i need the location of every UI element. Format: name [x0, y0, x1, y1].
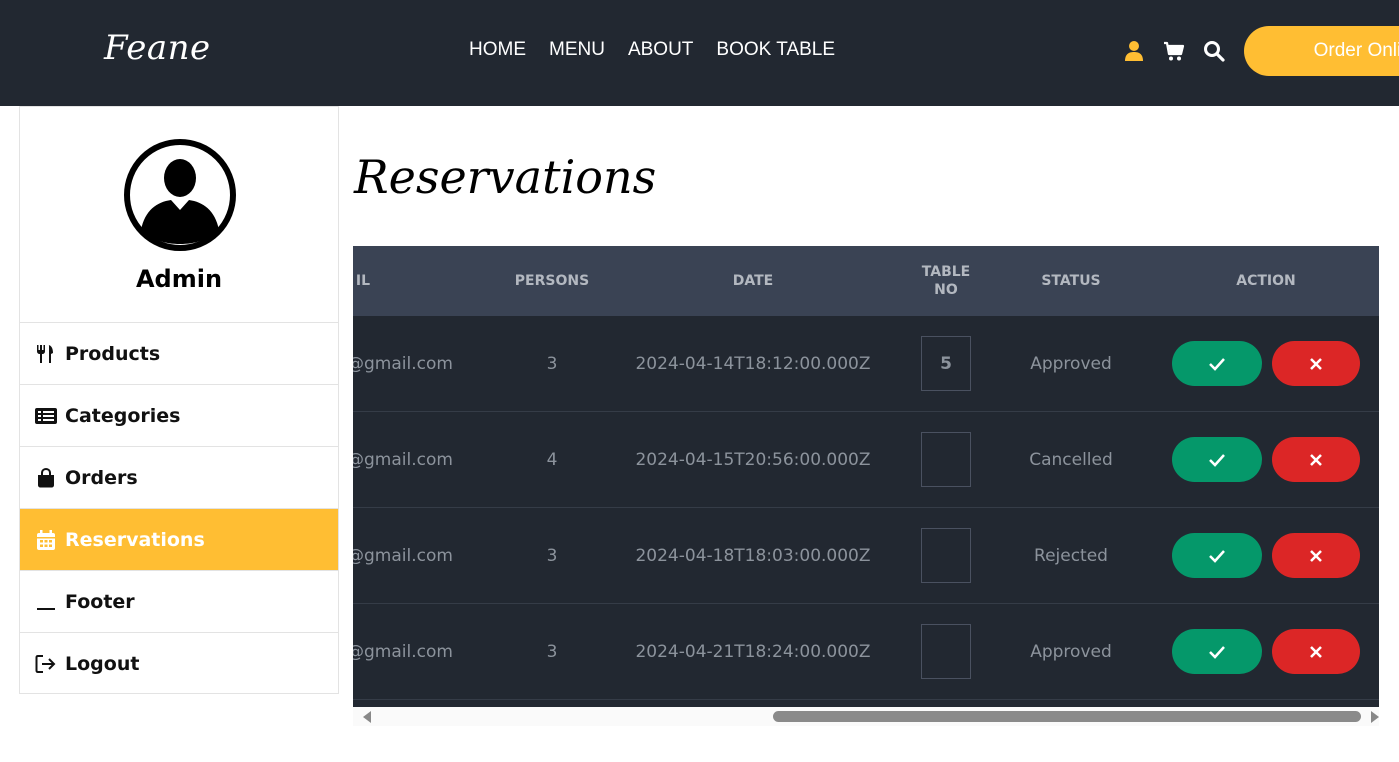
- table-no-input[interactable]: [921, 624, 971, 679]
- sidebar-item-categories[interactable]: Categories: [20, 385, 338, 447]
- sidebar-item-products[interactable]: Products: [20, 323, 338, 385]
- column-header-table-no: TABLE NO: [921, 264, 971, 298]
- date-cell: 2024-04-18T18:03:00.000Z: [635, 545, 871, 566]
- table-row: @gmail.com 3 2024-04-14T18:12:00.000Z Ap…: [353, 316, 1379, 412]
- email-cell: @gmail.com: [353, 545, 453, 566]
- reject-button[interactable]: [1272, 341, 1360, 386]
- table-no-input[interactable]: [921, 432, 971, 487]
- table-row: @gmail.com 3 2024-04-21T18:24:00.000Z Ap…: [353, 604, 1379, 700]
- table-row: @gmail.com 4 2024-04-15T20:56:00.000Z Ca…: [353, 412, 1379, 508]
- sidebar-item-footer[interactable]: Footer: [20, 571, 338, 633]
- sidebar-item-orders[interactable]: Orders: [20, 447, 338, 509]
- order-online-button[interactable]: Order Online: [1244, 26, 1399, 76]
- email-cell: @gmail.com: [353, 641, 453, 662]
- underscore-icon: [37, 607, 55, 610]
- profile-card: Admin: [20, 107, 338, 323]
- close-icon: [1310, 357, 1322, 370]
- close-icon: [1310, 645, 1322, 658]
- table-no-input[interactable]: [921, 336, 971, 391]
- avatar-icon: [124, 139, 236, 251]
- nav-about[interactable]: ABOUT: [628, 39, 693, 61]
- sidebar-item-label: Reservations: [65, 528, 205, 551]
- sidebar-item-label: Footer: [65, 590, 135, 613]
- date-cell: 2024-04-15T20:56:00.000Z: [635, 449, 871, 470]
- sidebar-item-label: Logout: [65, 653, 140, 675]
- scroll-left-icon[interactable]: [363, 711, 371, 723]
- column-header-action: ACTION: [1236, 273, 1296, 289]
- status-cell: Approved: [1030, 353, 1112, 374]
- cart-icon[interactable]: [1163, 40, 1185, 62]
- column-header-date: DATE: [732, 273, 774, 289]
- nav-menu[interactable]: MENU: [549, 39, 605, 61]
- check-icon: [1209, 357, 1225, 371]
- persons-cell: 4: [546, 449, 558, 470]
- check-icon: [1209, 549, 1225, 563]
- reject-button[interactable]: [1272, 437, 1360, 482]
- scrollbar-thumb[interactable]: [773, 711, 1361, 722]
- column-header-email: IL: [355, 273, 371, 289]
- scroll-right-icon[interactable]: [1371, 711, 1379, 723]
- reservations-table: IL PERSONS DATE TABLE NO STATUS ACTION @g…: [353, 246, 1379, 707]
- table-header: IL PERSONS DATE TABLE NO STATUS ACTION: [353, 246, 1379, 316]
- check-icon: [1209, 453, 1225, 467]
- list-icon: [35, 407, 57, 424]
- shopping-bag-icon: [38, 467, 54, 487]
- nav-home[interactable]: HOME: [469, 39, 526, 61]
- sidebar-item-label: Categories: [65, 404, 181, 427]
- logout-icon: [35, 655, 56, 673]
- nav-book-table[interactable]: BOOK TABLE: [716, 39, 835, 61]
- approve-button[interactable]: [1172, 437, 1262, 482]
- table-no-cell: [911, 316, 981, 411]
- top-navbar: Feane HOME MENU ABOUT BOOK TABLE Order O…: [0, 0, 1399, 106]
- persons-cell: 3: [546, 641, 558, 662]
- email-cell: @gmail.com: [353, 449, 453, 470]
- table-no-cell: [911, 604, 981, 699]
- table-no-cell: [911, 412, 981, 507]
- reject-button[interactable]: [1272, 533, 1360, 578]
- column-header-status: STATUS: [1041, 273, 1101, 289]
- date-cell: 2024-04-14T18:12:00.000Z: [635, 353, 871, 374]
- persons-cell: 3: [546, 545, 558, 566]
- email-cell: @gmail.com: [353, 353, 453, 374]
- main-nav: HOME MENU ABOUT BOOK TABLE: [469, 39, 835, 61]
- search-icon[interactable]: [1203, 40, 1225, 62]
- close-icon: [1310, 453, 1322, 466]
- utensils-icon: [37, 344, 53, 363]
- sidebar-item-logout[interactable]: Logout: [20, 633, 338, 695]
- status-cell: Rejected: [1034, 545, 1108, 566]
- persons-cell: 3: [546, 353, 558, 374]
- sidebar-item-reservations[interactable]: Reservations: [20, 509, 338, 571]
- brand-logo[interactable]: Feane: [104, 28, 211, 68]
- approve-button[interactable]: [1172, 629, 1262, 674]
- approve-button[interactable]: [1172, 341, 1262, 386]
- sidebar-item-label: Products: [65, 342, 161, 365]
- table-row: @gmail.com 3 2024-04-18T18:03:00.000Z Re…: [353, 508, 1379, 604]
- column-header-persons: PERSONS: [514, 273, 590, 289]
- table-no-input[interactable]: [921, 528, 971, 583]
- admin-sidebar: Admin Products Categories Orders Reserva…: [19, 106, 339, 694]
- status-cell: Approved: [1030, 641, 1112, 662]
- status-cell: Cancelled: [1029, 449, 1113, 470]
- table-no-cell: [911, 508, 981, 603]
- calendar-icon: [37, 529, 55, 550]
- admin-name: Admin: [135, 265, 223, 293]
- close-icon: [1310, 549, 1322, 562]
- check-icon: [1209, 645, 1225, 659]
- approve-button[interactable]: [1172, 533, 1262, 578]
- user-icon[interactable]: [1123, 40, 1145, 62]
- date-cell: 2024-04-21T18:24:00.000Z: [635, 641, 871, 662]
- page-title: Reservations: [354, 150, 657, 204]
- reject-button[interactable]: [1272, 629, 1360, 674]
- sidebar-item-label: Orders: [65, 466, 138, 489]
- horizontal-scrollbar[interactable]: [353, 707, 1379, 726]
